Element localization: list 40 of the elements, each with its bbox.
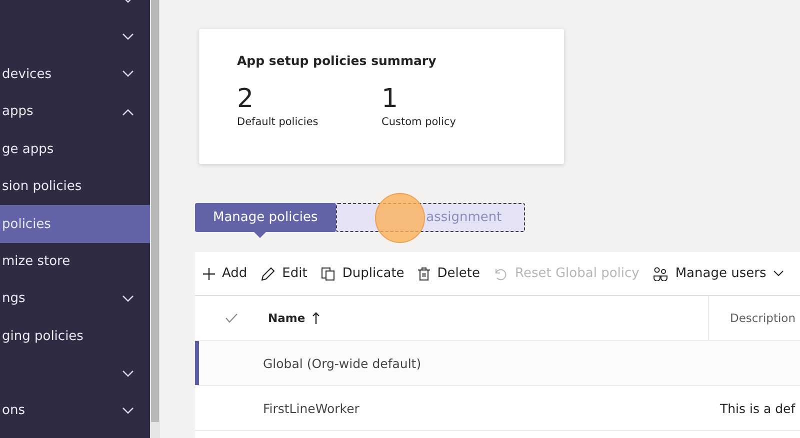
card-title: App setup policies summary [237,53,438,68]
column-header[interactable]: Description [730,311,796,325]
click-indicator [375,193,425,243]
scrollbar[interactable] [151,0,159,422]
sidebar-item[interactable]: policies [0,205,150,243]
sort-arrow-icon [312,312,320,324]
table-cell-text: This is a def [719,400,796,416]
selection-bar [195,341,199,385]
sidebar-item[interactable]: ons [0,392,150,430]
table-row[interactable]: Global (Org-wide default) [195,341,800,386]
toolbar-button[interactable]: Delete [418,266,480,281]
trash-icon [418,266,430,280]
stat-label: Custom policy [382,116,457,128]
sidebar-item[interactable]: mize store [0,242,150,280]
copy-icon [321,266,336,280]
toolbar-button[interactable]: Edit [261,266,308,281]
pencil-icon [261,266,276,280]
refresh-icon [494,266,508,280]
chevron-icon [773,270,784,277]
table-cell: FirstLineWorker [263,400,360,416]
column-header[interactable]: Name [268,311,306,325]
sidebar-item[interactable]: ging policies [0,318,150,355]
people-icon [653,266,668,280]
toolbar-button[interactable]: Add [203,266,248,281]
toolbar-button[interactable]: Manage users [653,266,784,281]
tab[interactable]: Manage policies [195,203,336,232]
sidebar-item[interactable]: sion policies [0,168,150,206]
table-row[interactable]: FirstLineWorker This is a def [195,386,800,431]
checkmark-icon[interactable] [224,313,238,323]
tab-pointer [254,232,266,238]
sidebar-item[interactable]: devices [0,56,150,94]
table-cell: Global (Org-wide default) [263,356,422,370]
stat-label: Default policies [237,116,320,128]
plus-icon [203,268,215,280]
sidebar-item[interactable]: apps [0,93,150,131]
stat-value: 2 [237,84,255,114]
stat-value: 1 [382,84,400,114]
toolbar-button[interactable]: Duplicate [321,266,404,281]
sidebar-item[interactable]: ngs [0,280,150,318]
sidebar-item[interactable]: ge apps [0,130,150,168]
